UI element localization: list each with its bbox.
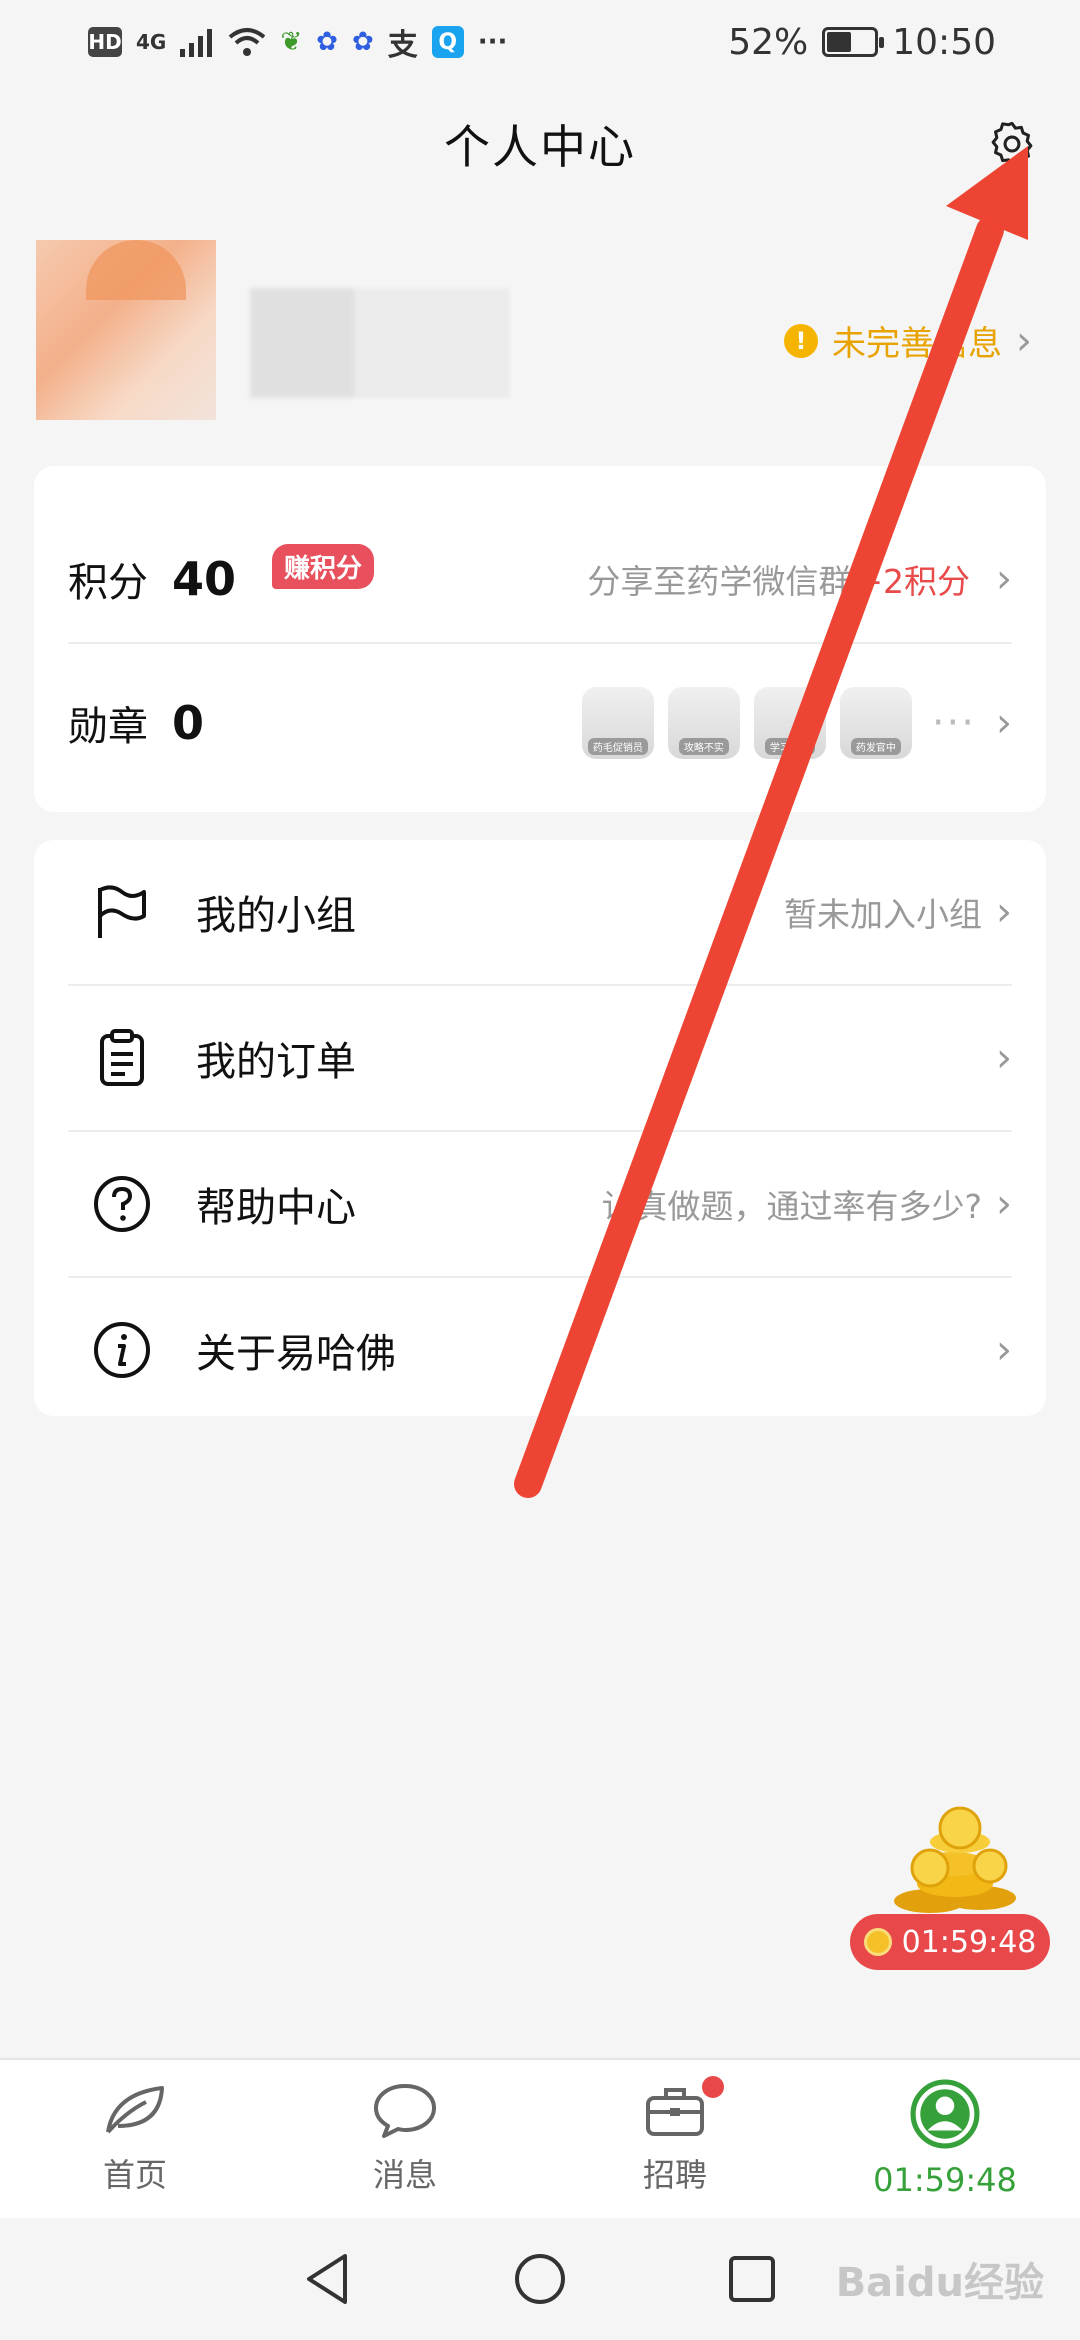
incomplete-info-label: 未完善信息 xyxy=(832,324,1002,364)
alipay-icon: 支 xyxy=(387,28,418,63)
menu-item-right-text: 认真做题，通过率有多少? xyxy=(601,1187,982,1226)
earn-points-badge[interactable]: 赚积分 xyxy=(272,544,375,589)
flag-icon xyxy=(84,874,160,950)
search-app-icon: Q xyxy=(431,26,464,58)
status-bar: HD 4G ❦ ✿ ✿ 支 Q ··· 52% 10:50 xyxy=(0,0,1080,84)
bottom-tab-bar: 首页 消息 招聘 01:59:48 xyxy=(0,2058,1080,2218)
reward-points-text: +2积分 xyxy=(855,562,970,601)
medal-badge-icon: 药发官中 xyxy=(839,687,912,759)
info-icon xyxy=(84,1312,160,1388)
gear-icon xyxy=(991,121,1033,167)
chevron-right-icon: › xyxy=(996,1181,1012,1227)
incomplete-info-link[interactable]: ! 未完善信息 › xyxy=(784,316,1032,365)
tab-label: 消息 xyxy=(372,2156,437,2194)
profile-section[interactable]: ! 未完善信息 › xyxy=(0,230,1080,430)
medals-value: 0 xyxy=(172,696,205,750)
signal-icon xyxy=(180,27,214,57)
menu-card: 我的小组 暂未加入小组 › 我的订单 › 帮助中心 认真做题，通过率有多少? ›… xyxy=(34,840,1046,1416)
tab-jobs[interactable]: 招聘 xyxy=(540,2060,810,2218)
baidu-app-icon: ✿ xyxy=(316,27,338,57)
question-icon xyxy=(84,1166,160,1242)
menu-item-label: 我的小组 xyxy=(196,893,356,939)
back-icon[interactable] xyxy=(303,2252,353,2306)
leaf-icon xyxy=(106,2086,164,2134)
page-title: 个人中心 xyxy=(444,120,636,174)
medal-badge-icon: 药毛促销员 xyxy=(581,687,654,759)
coin-pile-icon xyxy=(894,1806,1016,1913)
coin-timer-badge[interactable]: 01:59:48 xyxy=(850,1914,1050,1970)
tab-label: 招聘 xyxy=(642,2156,707,2194)
baidu-app-icon-2: ✿ xyxy=(351,27,374,57)
coin-timer-text: 01:59:48 xyxy=(901,1924,1037,1960)
network-label: 4G xyxy=(136,30,167,54)
coin-icon xyxy=(863,1928,892,1956)
points-value: 40 xyxy=(172,552,237,606)
home-icon[interactable] xyxy=(513,2252,567,2306)
chevron-right-icon: › xyxy=(996,1035,1012,1081)
clipboard-icon xyxy=(84,1020,160,1096)
leaf-app-icon: ❦ xyxy=(280,27,303,57)
menu-item-help-center[interactable]: 帮助中心 认真做题，通过率有多少? › xyxy=(68,1132,1012,1276)
chevron-right-icon: › xyxy=(996,889,1012,935)
battery-icon xyxy=(822,27,885,57)
tab-messages[interactable]: 消息 xyxy=(270,2060,540,2218)
more-dots: ··· xyxy=(931,700,976,746)
coin-reward-float[interactable]: 01:59:48 xyxy=(850,1806,1050,1976)
medal-badge-icon: 学习积极 xyxy=(753,687,826,759)
medals-row[interactable]: 勋章 0 药毛促销员 攻略不实 学习积极 药发官中 ··· › xyxy=(68,666,1012,780)
menu-item-my-orders[interactable]: 我的订单 › xyxy=(68,986,1012,1130)
warning-icon: ! xyxy=(784,323,818,358)
page-header: 个人中心 xyxy=(0,84,1080,204)
tab-profile[interactable]: 01:59:48 xyxy=(810,2060,1080,2218)
menu-item-label: 帮助中心 xyxy=(196,1185,356,1231)
chevron-right-icon: › xyxy=(996,556,1012,602)
watermark: Baidu经验 xyxy=(835,2260,1044,2306)
clock: 10:50 xyxy=(892,21,996,63)
recents-icon[interactable] xyxy=(727,2254,777,2304)
share-points-text: 分享至药学微信群 xyxy=(587,562,852,601)
tab-home[interactable]: 首页 xyxy=(0,2060,270,2218)
medal-badge-icon: 攻略不实 xyxy=(667,687,740,759)
avatar[interactable] xyxy=(36,240,216,420)
chevron-right-icon: › xyxy=(996,1327,1012,1373)
points-row[interactable]: 积分 40 赚积分 分享至药学微信群 +2积分 › xyxy=(68,522,1012,636)
briefcase-icon xyxy=(646,2088,704,2136)
more-notifications-icon: ··· xyxy=(477,27,508,57)
tab-label: 首页 xyxy=(102,2156,167,2194)
menu-item-right-text: 暂未加入小组 xyxy=(784,895,982,934)
username-blurred xyxy=(250,288,510,398)
points-label: 积分 xyxy=(68,560,148,606)
menu-item-my-group[interactable]: 我的小组 暂未加入小组 › xyxy=(68,840,1012,984)
divider xyxy=(68,642,1012,644)
menu-item-label: 我的订单 xyxy=(196,1039,356,1085)
battery-percent: 52% xyxy=(728,21,809,63)
chat-bubble-icon xyxy=(374,2084,436,2138)
hd-icon: HD xyxy=(88,27,122,57)
user-icon xyxy=(910,2079,980,2149)
medals-label: 勋章 xyxy=(68,704,148,750)
menu-item-about[interactable]: 关于易哈佛 › xyxy=(68,1278,1012,1422)
points-medals-card: 积分 40 赚积分 分享至药学微信群 +2积分 › 勋章 0 药毛促销员 攻略不… xyxy=(34,466,1046,812)
wifi-icon xyxy=(228,27,266,57)
chevron-right-icon: › xyxy=(1016,317,1032,364)
tab-label: 01:59:48 xyxy=(873,2161,1017,2199)
notification-dot xyxy=(702,2076,724,2098)
menu-item-label: 关于易哈佛 xyxy=(196,1331,396,1377)
chevron-right-icon: › xyxy=(996,700,1012,746)
settings-button[interactable] xyxy=(982,114,1042,174)
